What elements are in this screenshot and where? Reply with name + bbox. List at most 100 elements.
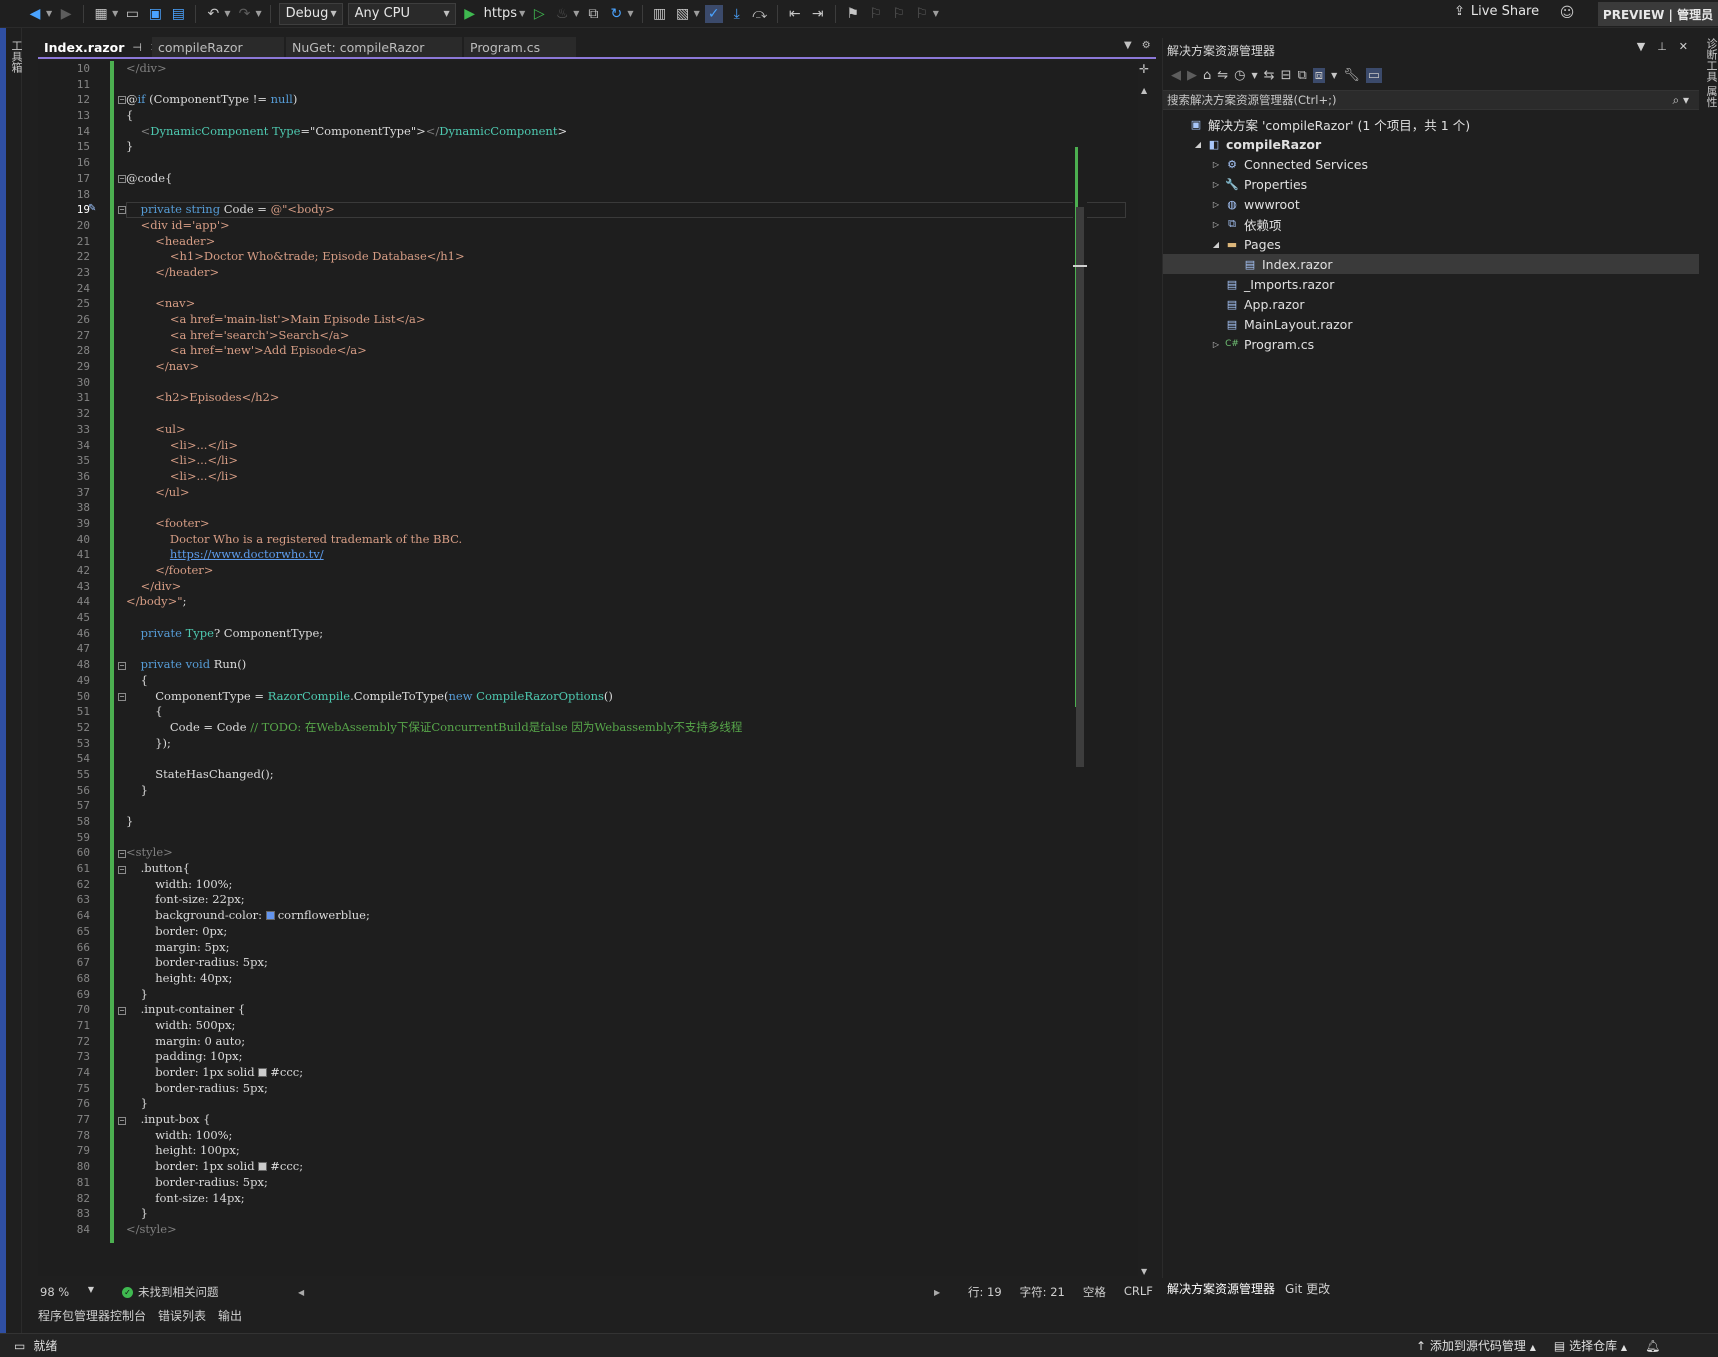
code-line[interactable]: <footer> [126, 516, 1126, 532]
issues-indicator[interactable]: ✓ 未找到相关问题 [122, 1284, 219, 1300]
start-without-debug-icon[interactable]: ▷ [530, 5, 548, 23]
fold-toggle-icon[interactable]: − [118, 1116, 126, 1125]
collapsed-arrow-icon[interactable]: ▷ [1209, 220, 1223, 229]
pencil-icon[interactable]: ✎ [88, 203, 96, 214]
code-line[interactable]: { [126, 704, 1126, 720]
code-line[interactable]: height: 100px; [126, 1143, 1126, 1159]
properties-wrench-icon[interactable]: 🔧︎ [1343, 68, 1360, 83]
code-line[interactable] [126, 77, 1126, 93]
fold-toggle-icon[interactable]: − [118, 850, 126, 858]
preview-dropdown-icon[interactable]: ▼ [1331, 71, 1337, 80]
code-line[interactable]: Doctor Who is a registered trademark of … [126, 532, 1126, 548]
code-line[interactable]: { [126, 108, 1126, 124]
code-line[interactable]: </footer> [126, 563, 1126, 579]
platform-select[interactable]: Any CPU ▼ [347, 2, 456, 25]
indent-icon[interactable]: ⇥ [809, 5, 827, 23]
fold-toggle-icon[interactable]: − [118, 661, 126, 670]
expanded-arrow-icon[interactable]: ◢ [1191, 140, 1205, 149]
collapsed-arrow-icon[interactable]: ▷ [1209, 340, 1223, 349]
code-editor[interactable]: 10 11 12 13 14 15 16 17 18 19 20 21 22 23 24 25 26 27 28 29… [38, 61, 1138, 1276]
spell-check-icon[interactable]: ✓ [704, 4, 723, 23]
undo-dropdown-icon[interactable]: ▼ [224, 9, 230, 18]
tree-node[interactable]: ▷ ◍ wwwroot [1163, 194, 1699, 214]
code-line[interactable]: ComponentType = RazorCompile.CompileToTy… [126, 689, 1126, 705]
code-line[interactable]: } [126, 814, 1126, 830]
fold-toggle-icon[interactable]: − [118, 693, 126, 701]
code-line[interactable]: <style> [126, 845, 1126, 861]
code-line[interactable]: Code = Code // TODO: 在WebAssembly下保证Conc… [126, 720, 1126, 736]
collapse-all-icon[interactable]: ⊟ [1281, 68, 1292, 83]
collapsed-arrow-icon[interactable]: ▷ [1209, 200, 1223, 209]
home-icon[interactable]: ⌂ [1203, 68, 1211, 83]
code-line[interactable]: { [126, 673, 1126, 689]
tab-error-list[interactable]: 错误列表 [158, 1307, 206, 1324]
code-line[interactable]: border-radius: 5px; [126, 955, 1126, 971]
code-line[interactable]: @if (ComponentType != null) [126, 92, 1126, 108]
fold-toggle-icon[interactable]: − [118, 206, 126, 215]
new-project-dropdown-icon[interactable]: ▼ [112, 9, 118, 18]
settings-gear-icon[interactable]: ⚙ [1142, 40, 1151, 51]
back-icon[interactable]: ◀ [1171, 68, 1181, 83]
code-line[interactable]: }); [126, 736, 1126, 752]
code-line[interactable]: width: 100%; [126, 877, 1126, 893]
code-line[interactable]: background-color: cornflowerblue; [126, 908, 1126, 924]
preview-toggle-icon[interactable]: ▭ [1365, 67, 1383, 83]
tab-compilerazor[interactable]: compileRazor [152, 37, 284, 57]
bookmark-icon[interactable]: ⚑ [844, 5, 862, 23]
tree-node[interactable]: ▤ MainLayout.razor [1163, 314, 1699, 334]
code-line[interactable] [126, 610, 1126, 626]
add-source-control-button[interactable]: ↑ 添加到源代码管理 ▲ [1416, 1337, 1536, 1354]
code-line[interactable]: https://www.doctorwho.tv/ [126, 547, 1126, 563]
code-line[interactable]: } [126, 1096, 1126, 1112]
step-over-icon[interactable]: ⤼ [751, 5, 769, 23]
code-line[interactable]: .input-container { [126, 1002, 1126, 1018]
code-line[interactable]: width: 100%; [126, 1128, 1126, 1144]
tab-nuget-compilerazor[interactable]: NuGet: compileRazor [286, 37, 462, 57]
browser-link-icon[interactable]: ⧉ [584, 5, 602, 23]
tab-list-dropdown-icon[interactable]: ▼ [1124, 40, 1132, 51]
vertical-scrollbar[interactable] [1073, 117, 1087, 1227]
toolbar-overflow-icon[interactable]: ▼ [933, 9, 939, 18]
diagnostics-properties-tab[interactable]: 诊断工具 属性 [1703, 38, 1718, 108]
code-line[interactable]: <DynamicComponent Type="ComponentType"><… [126, 124, 1126, 140]
tab-solution-explorer[interactable]: 解决方案资源管理器 [1167, 1280, 1275, 1297]
forward-icon[interactable]: ▶ [1187, 68, 1197, 83]
code-line[interactable]: } [126, 1206, 1126, 1222]
expanded-arrow-icon[interactable]: ◢ [1209, 240, 1223, 249]
close-icon[interactable]: ✕ [1679, 40, 1688, 53]
back-icon[interactable]: ◀ [26, 5, 44, 23]
code-line[interactable]: font-size: 22px; [126, 892, 1126, 908]
code-line[interactable]: width: 500px; [126, 1018, 1126, 1034]
open-folder-icon[interactable]: ▭ [123, 5, 141, 23]
code-line[interactable]: <a href='search'>Search</a> [126, 328, 1126, 344]
tree-node[interactable]: ▤ App.razor [1163, 294, 1699, 314]
tree-node[interactable]: ▷ 🔧 Properties [1163, 174, 1699, 194]
code-line[interactable]: <li>...</li> [126, 469, 1126, 485]
code-line[interactable]: <li>...</li> [126, 453, 1126, 469]
refresh-dropdown-icon[interactable]: ▼ [627, 9, 633, 18]
pin-icon[interactable]: ⊥ [1657, 40, 1667, 53]
tab-program-cs[interactable]: Program.cs [464, 37, 576, 57]
publish-icon[interactable]: ▥ [651, 5, 669, 23]
scroll-right-icon[interactable]: ▶ [934, 1288, 940, 1297]
tree-node[interactable]: ▷ ⚙ Connected Services [1163, 154, 1699, 174]
code-line[interactable] [126, 500, 1126, 516]
code-line[interactable]: <a href='new'>Add Episode</a> [126, 343, 1126, 359]
live-share-button[interactable]: ⇪ Live Share [1454, 4, 1539, 19]
filter-dropdown-icon[interactable]: ▼ [1252, 71, 1258, 80]
next-bookmark-icon[interactable]: ⚐ [890, 5, 908, 23]
tab-git-changes[interactable]: Git 更改 [1285, 1280, 1330, 1297]
tab-package-manager-console[interactable]: 程序包管理器控制台 [38, 1307, 146, 1324]
code-line[interactable] [126, 281, 1126, 297]
save-all-icon[interactable]: ▤ [169, 5, 187, 23]
tree-node[interactable]: ◢ ◧ compileRazor [1163, 134, 1699, 154]
code-line[interactable]: } [126, 783, 1126, 799]
run-target-dropdown-icon[interactable]: ▼ [519, 9, 525, 18]
whitespace-indicator[interactable]: 空格 [1083, 1284, 1106, 1300]
tree-node[interactable]: ▣ 解决方案 'compileRazor' (1 个项目，共 1 个) [1163, 114, 1699, 134]
save-icon[interactable]: ▣ [146, 5, 164, 23]
code-line[interactable]: margin: 0 auto; [126, 1034, 1126, 1050]
code-line[interactable]: private void Run() [126, 657, 1126, 673]
pin-icon[interactable]: ⊣ [132, 41, 142, 54]
tab-index-razor[interactable]: Index.razor ⊣ ✕ [38, 37, 159, 57]
